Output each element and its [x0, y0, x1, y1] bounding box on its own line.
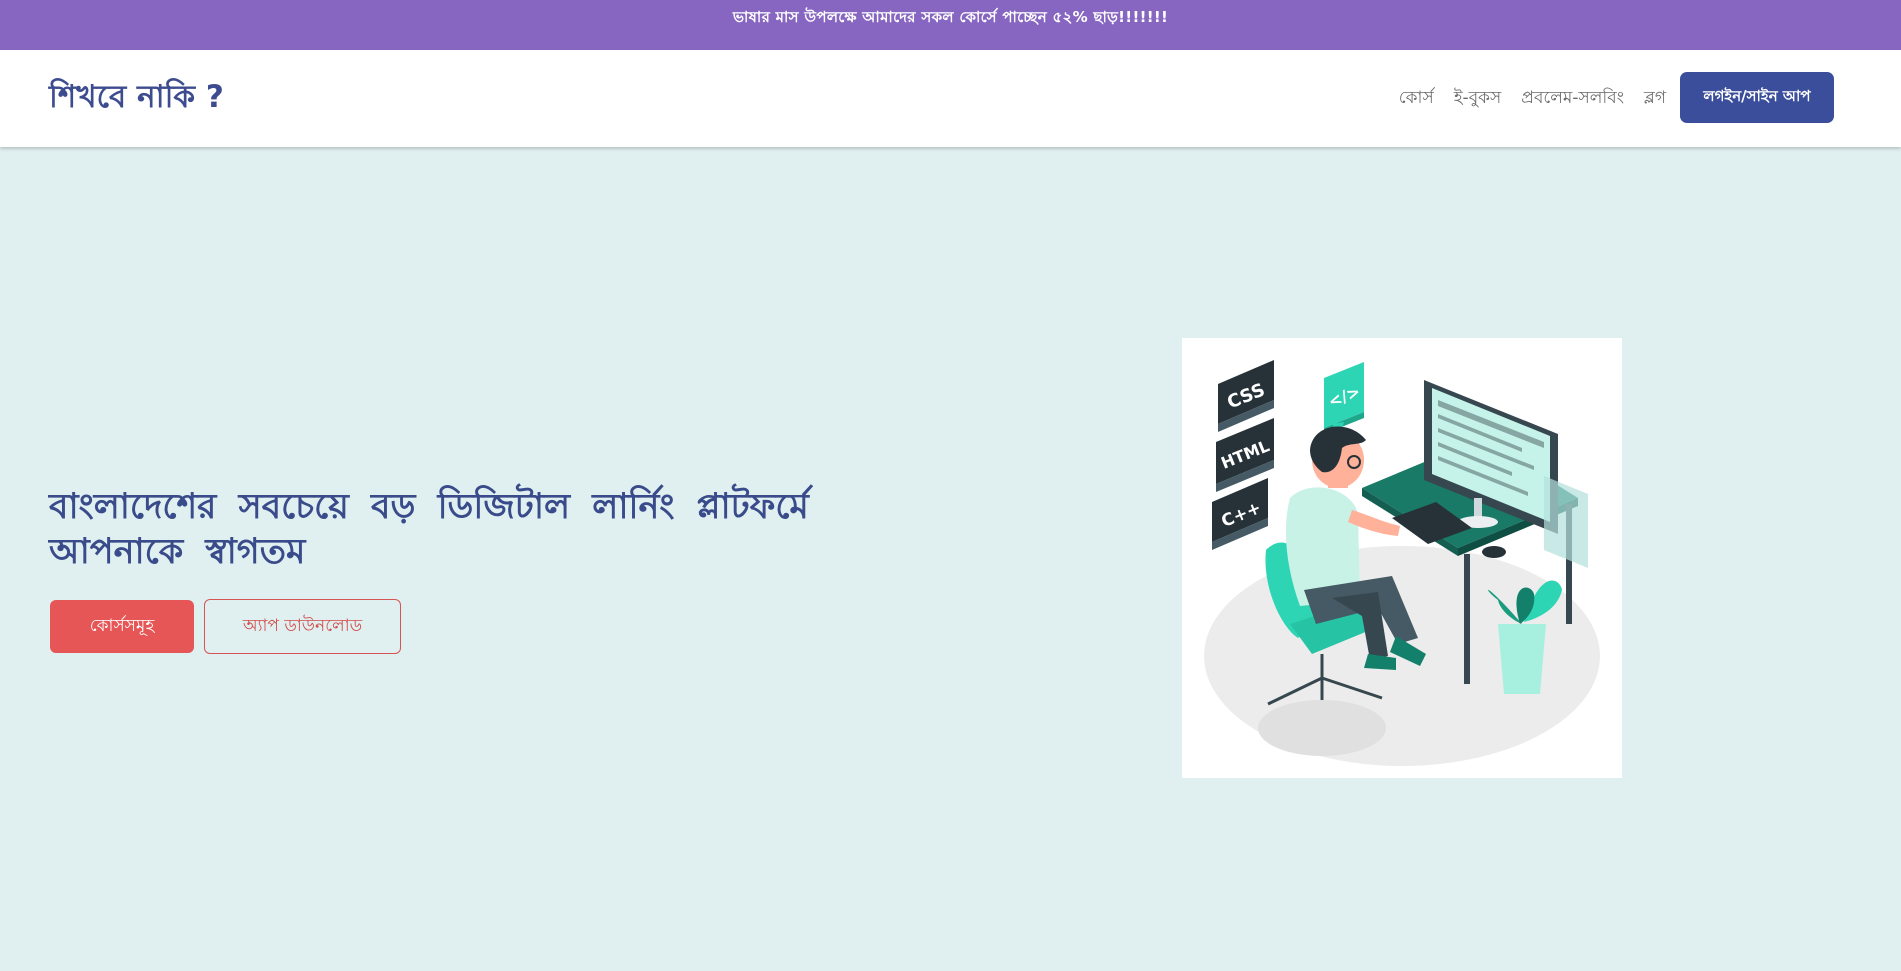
promo-text: ভাষার মাস উপলক্ষে আমাদের সকল কোর্সে পাচ্…	[732, 8, 1169, 26]
nav-links: কোর্স ই-বুকস প্রবলেম-সলবিং ব্লগ	[1399, 85, 1666, 113]
hero-title: বাংলাদেশের সবচেয়ে বড় ডিজিটাল লার্নিং প…	[49, 487, 809, 572]
nav-link-blog[interactable]: ব্লগ	[1644, 85, 1666, 113]
promo-banner: ভাষার মাস উপলক্ষে আমাদের সকল কোর্সে পাচ্…	[0, 0, 1901, 50]
courses-button[interactable]: কোর্সসমূহ	[50, 600, 194, 653]
brand-logo[interactable]: শিখবে নাকি ?	[49, 73, 224, 125]
navbar: শিখবে নাকি ? কোর্স ই-বুকস প্রবলেম-সলবিং …	[0, 50, 1901, 147]
nav-link-problem-solving[interactable]: প্রবলেম-সলবিং	[1521, 85, 1624, 113]
nav-link-ebooks[interactable]: ই-বুকস	[1454, 85, 1502, 113]
code-bubble-icon: </>	[1324, 362, 1364, 436]
nav-link-courses[interactable]: কোর্স	[1399, 85, 1434, 113]
developer-at-desk-illustration: CSS HTML C++ </>	[1204, 360, 1600, 766]
hero-illustration: CSS HTML C++ </>	[1182, 338, 1622, 778]
css-badge-icon: CSS	[1218, 360, 1274, 432]
mouse	[1482, 546, 1506, 558]
login-signup-button[interactable]: লগইন/সাইন আপ	[1680, 72, 1834, 123]
app-download-button[interactable]: অ্যাপ ডাউনলোড	[204, 599, 401, 654]
